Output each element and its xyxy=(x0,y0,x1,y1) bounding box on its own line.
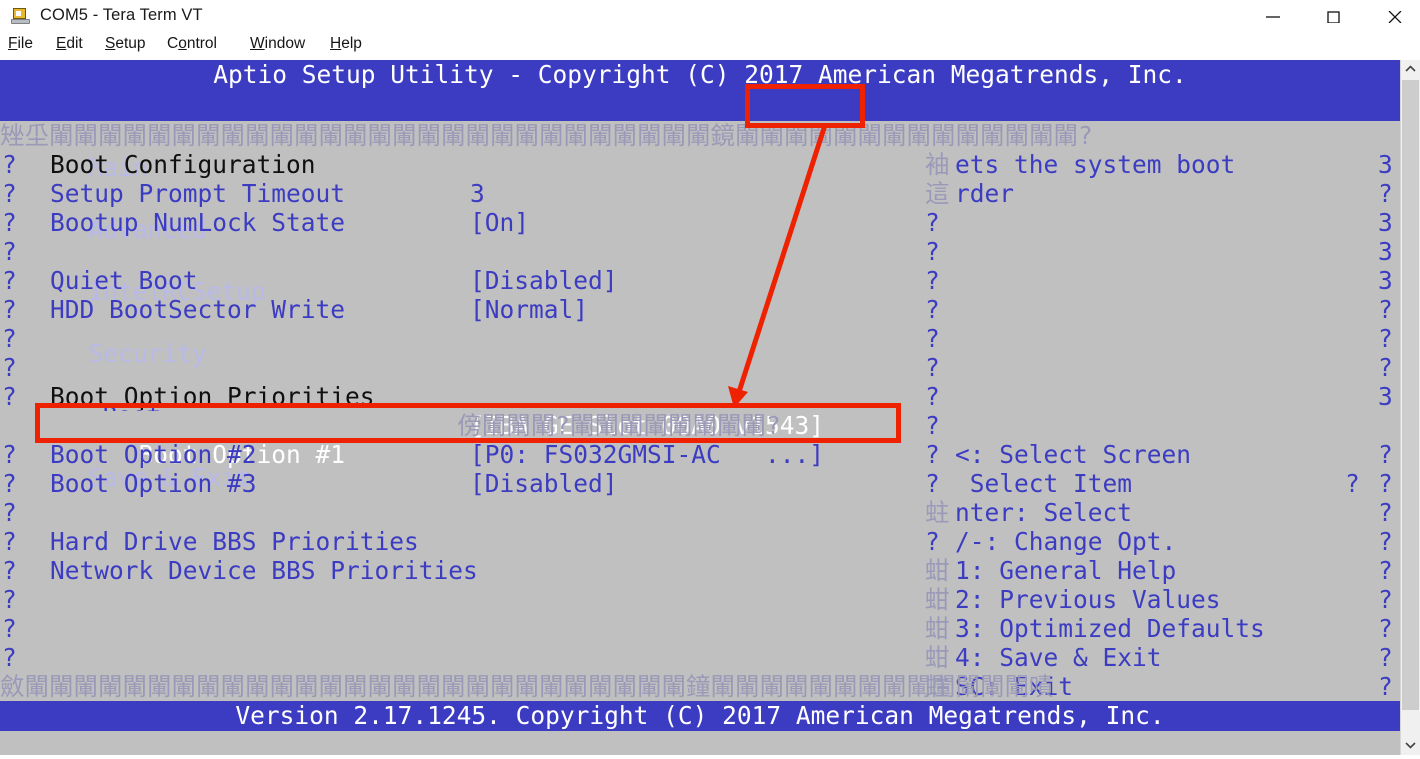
help-filler-char: ? xyxy=(925,324,940,353)
frame-right-char: ? xyxy=(1378,295,1393,324)
menu-item-edit[interactable]: Edit xyxy=(56,35,83,53)
tera-term-window: COM5 - Tera Term VT File Edit Setup Cont… xyxy=(0,0,1420,755)
menu-item-window[interactable]: Window xyxy=(250,35,305,53)
frame-right-char: 3 xyxy=(1378,150,1393,179)
help-filler-char: ? xyxy=(925,266,940,295)
help-filler-char: ? xyxy=(925,353,940,382)
frame-right-char: ? xyxy=(1378,585,1393,614)
frame-right-char: ? xyxy=(1378,353,1393,382)
frame-right-char: ? xyxy=(1378,556,1393,585)
help-filler-char: ? xyxy=(925,295,940,324)
help-line1-text: ets the system boot xyxy=(955,150,1236,179)
bios-header-title: Aptio Setup Utility - Copyright (C) 2017… xyxy=(0,60,1400,90)
frame-right-char: ? xyxy=(1378,324,1393,353)
frame-right-char: ? xyxy=(1378,179,1393,208)
frame-right-char: ? xyxy=(1378,643,1393,672)
scroll-up-arrow[interactable] xyxy=(1401,60,1420,79)
frame-right-char: 3 xyxy=(1378,208,1393,237)
window-titlebar: COM5 - Tera Term VT xyxy=(0,0,1420,34)
scroll-down-arrow[interactable] xyxy=(1401,736,1420,755)
frame-bottom-border: 斂閳閳閳閳閳閳閳閳閳閳閳閳閳閳閳閳閳閳閳閳閳閳閳閳閳閳閳鐘閳閳閳閳閳閳閳閳閳閳閳… xyxy=(0,672,1054,701)
menu-item-setup[interactable]: Setup xyxy=(105,35,146,53)
window-title: COM5 - Tera Term VT xyxy=(40,6,203,24)
frame-right-char: 3 xyxy=(1378,382,1393,411)
frame-right-char: ? xyxy=(1378,469,1393,498)
menu-item-help[interactable]: Help xyxy=(330,35,362,53)
menubar: File Edit Setup Control Window Help xyxy=(0,34,1420,60)
frame-right-char: ? xyxy=(1378,498,1393,527)
key-legend-text: 2: Previous Values xyxy=(955,585,1221,614)
help-filler-char: ? xyxy=(925,237,940,266)
frame-right-char: ? xyxy=(1378,440,1393,469)
frame-mid-border: 傍閳閳閳?閳閳閳閳閳閳閳閳? xyxy=(0,411,781,440)
help-line2-text: rder xyxy=(955,179,1015,208)
bios-footer: Version 2.17.1245. Copyright (C) 2017 Am… xyxy=(0,701,1400,731)
menu-item-control[interactable]: Control xyxy=(167,35,217,53)
vertical-scrollbar[interactable] xyxy=(1400,60,1420,755)
frame-right-char: 3 xyxy=(1378,266,1393,295)
frame-right-char: ? xyxy=(1378,527,1393,556)
close-button[interactable] xyxy=(1372,0,1418,33)
key-legend-text: nter: Select xyxy=(955,498,1133,527)
menu-item-file[interactable]: File xyxy=(8,35,33,53)
scrollbar-thumb[interactable] xyxy=(1402,80,1419,710)
key-legend-text: 1: General Help xyxy=(955,556,1177,585)
bios-tabbar: Main Advanced IntelRCSetup Security Boot… xyxy=(0,90,1400,492)
key-legend-text: 3: Optimized Defaults xyxy=(955,614,1265,643)
frame-right-char: ? xyxy=(1378,614,1393,643)
key-legend-text: 4: Save & Exit xyxy=(955,643,1162,672)
help-filler-char: ? xyxy=(925,382,940,411)
key-legend-text: <: Select Screen xyxy=(955,440,1192,469)
frame-top-border: 矬坕閳閳閳閳閳閳閳閳閳閳閳閳閳閳閳閳閳閳閳閳閳閳閳閳閳閳閳鏡閳閳閳閳閳閳閳閳閳閳… xyxy=(0,121,1093,150)
help-filler-char: ? xyxy=(925,208,940,237)
terminal-laptop-icon xyxy=(11,8,30,25)
terminal-screen[interactable]: Aptio Setup Utility - Copyright (C) 2017… xyxy=(0,60,1400,755)
frame-right-char: 3 xyxy=(1378,237,1393,266)
key-legend-text: Select Item xyxy=(955,469,1133,498)
key-legend-text: /-: Change Opt. xyxy=(955,527,1177,556)
maximize-button[interactable] xyxy=(1311,0,1357,33)
minimize-button[interactable] xyxy=(1250,0,1296,33)
